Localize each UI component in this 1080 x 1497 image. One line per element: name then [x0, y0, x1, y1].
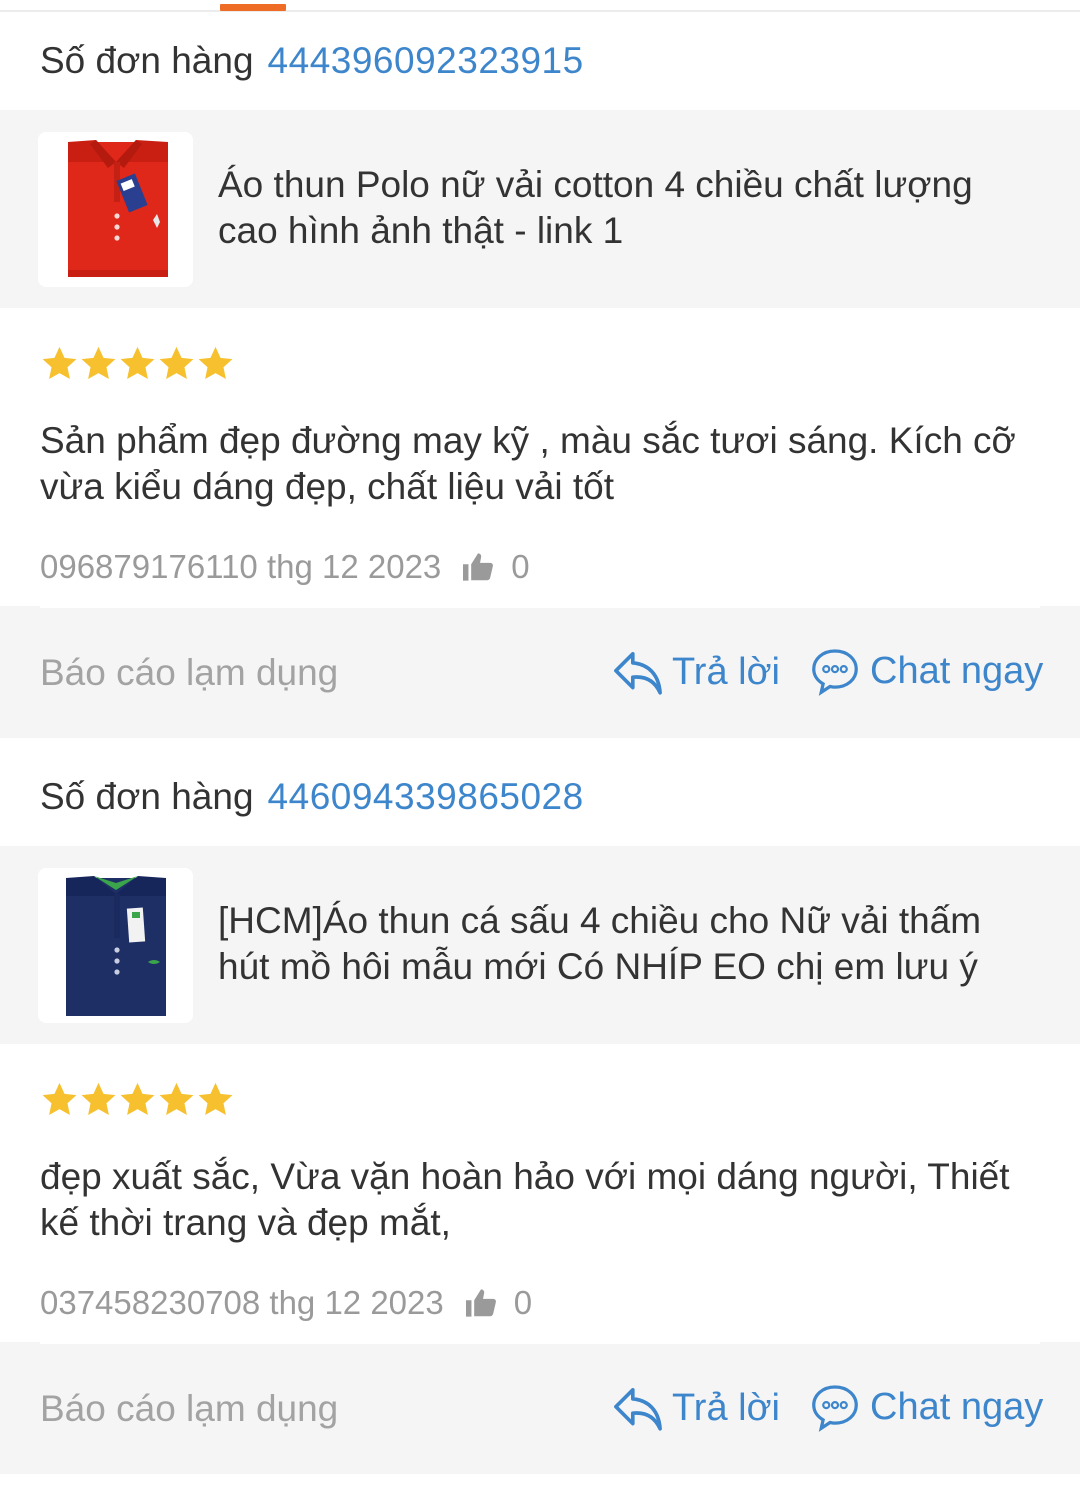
product-title[interactable]: [HCM]Áo thun cá sấu 4 chiều cho Nữ vải t…	[218, 898, 1040, 990]
reply-button[interactable]: Trả lời	[612, 1382, 780, 1434]
report-abuse-button[interactable]: Báo cáo lạm dụng	[40, 652, 338, 694]
star-icon	[159, 1082, 194, 1115]
chat-label: Chat ngay	[870, 1385, 1044, 1428]
product-thumbnail[interactable]	[38, 868, 193, 1023]
star-icon	[120, 346, 155, 379]
thumbs-up-icon[interactable]	[461, 552, 495, 582]
reply-arrow-icon	[614, 651, 662, 695]
chat-now-button[interactable]: Chat ngay	[810, 1382, 1043, 1432]
review-text: Sản phẩm đẹp đường may kỹ , màu sắc tươi…	[40, 420, 1016, 507]
rating-stars	[40, 1080, 235, 1119]
chat-bubble-icon	[812, 649, 858, 696]
order-number-link[interactable]: 446094339865028	[268, 776, 584, 818]
order-number-label: Số đơn hàng	[40, 776, 254, 817]
product-thumbnail[interactable]	[38, 132, 193, 287]
star-icon	[81, 1082, 116, 1115]
star-icon	[198, 346, 233, 379]
star-icon	[42, 346, 77, 379]
reviewer-and-date: 037458230708 thg 12 2023	[40, 1284, 444, 1321]
like-count: 0	[511, 548, 530, 585]
chat-bubble-icon	[812, 1385, 858, 1432]
divider	[40, 606, 1040, 608]
reviewer-and-date: 096879176110 thg 12 2023	[40, 548, 442, 585]
like-count: 0	[513, 1284, 533, 1321]
reply-label: Trả lời	[672, 1386, 780, 1429]
report-abuse-button[interactable]: Báo cáo lạm dụng	[40, 1388, 338, 1430]
rating-stars	[40, 344, 235, 383]
order-number-label: Số đơn hàng	[40, 40, 254, 81]
star-icon	[42, 1082, 77, 1115]
thumbs-up-icon[interactable]	[464, 1288, 498, 1318]
review-actions-bar: Báo cáo lạm dụng Trả lời Chat ngay	[0, 606, 1080, 738]
product-row[interactable]: [HCM]Áo thun cá sấu 4 chiều cho Nữ vải t…	[0, 846, 1080, 1044]
order-number-row: Số đơn hàng 446094339865028	[0, 748, 1080, 846]
navy-polo-shirt-image	[66, 876, 166, 1016]
divider	[40, 1342, 1040, 1344]
star-icon	[120, 1082, 155, 1115]
reply-button[interactable]: Trả lời	[612, 646, 780, 698]
active-tab-indicator	[220, 4, 286, 11]
reply-label: Trả lời	[672, 650, 780, 693]
review-text: đẹp xuất sắc, Vừa vặn hoàn hảo với mọi d…	[40, 1156, 1010, 1243]
review-actions-bar: Báo cáo lạm dụng Trả lời Chat ngay	[0, 1342, 1080, 1474]
order-number-link[interactable]: 444396092323915	[268, 40, 584, 82]
chat-label: Chat ngay	[870, 649, 1044, 692]
reply-arrow-icon	[614, 1387, 662, 1431]
order-number-row: Số đơn hàng 444396092323915	[0, 12, 1080, 110]
review-card: Số đơn hàng 444396092323915 Áo thun Polo…	[0, 12, 1080, 738]
product-title[interactable]: Áo thun Polo nữ vải cotton 4 chiều chất …	[218, 162, 1040, 254]
star-icon	[159, 346, 194, 379]
star-icon	[198, 1082, 233, 1115]
review-meta: 037458230708 thg 12 2023 0	[40, 1284, 532, 1322]
star-icon	[81, 346, 116, 379]
red-polo-shirt-image	[68, 140, 168, 277]
review-card: Số đơn hàng 446094339865028 [HCM]Áo thun…	[0, 748, 1080, 1474]
product-row[interactable]: Áo thun Polo nữ vải cotton 4 chiều chất …	[0, 110, 1080, 308]
chat-now-button[interactable]: Chat ngay	[810, 646, 1043, 696]
review-meta: 096879176110 thg 12 2023 0	[40, 548, 530, 586]
